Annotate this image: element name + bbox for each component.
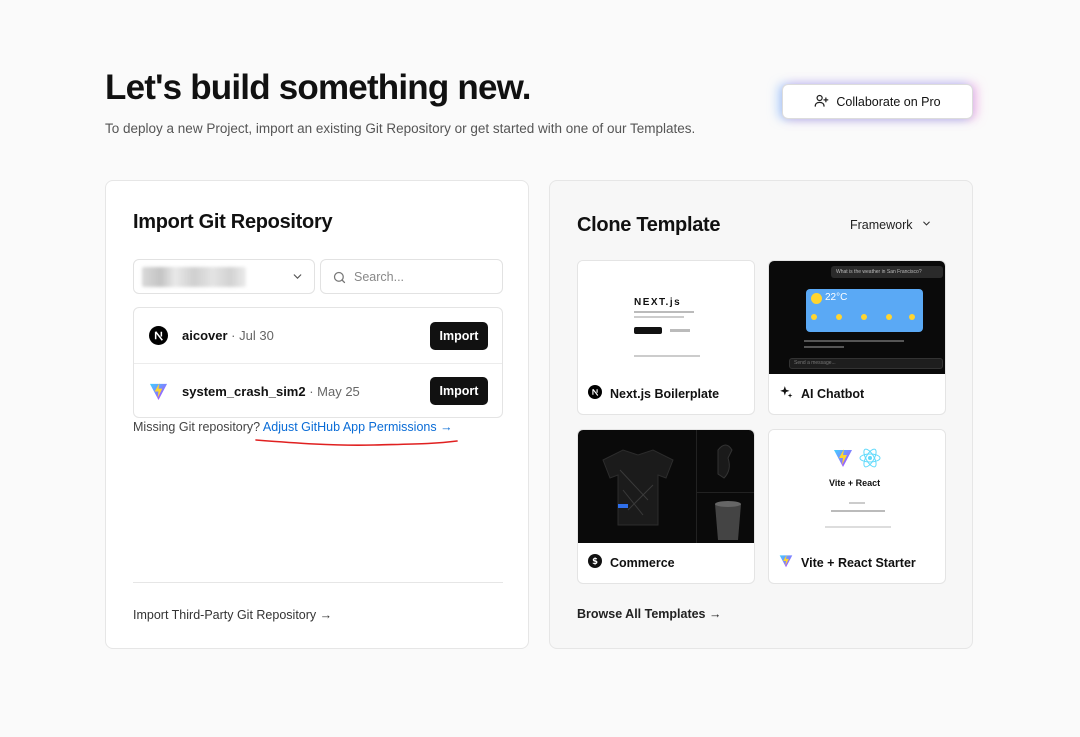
template-label: AI Chatbot [779, 385, 864, 402]
template-card-nextjs-boilerplate[interactable]: NEXT.js Next.js Boilerplate [577, 260, 755, 415]
sparkle-icon [779, 385, 793, 402]
template-name: Commerce [610, 555, 675, 570]
template-card-vite-react-starter[interactable]: Vite + React Vite + React Starter [768, 429, 946, 584]
template-preview: What is the weather in San Francisco? 22… [769, 261, 945, 374]
repo-date: · May 25 [309, 383, 360, 399]
import-third-party-link[interactable]: Import Third-Party Git Repository → [133, 608, 332, 622]
git-scope-select[interactable] [133, 259, 315, 294]
missing-repository-note: Missing Git repository? Adjust GitHub Ap… [133, 420, 453, 434]
clone-card-title: Clone Template [577, 214, 721, 236]
import-card-title: Import Git Repository [133, 211, 333, 233]
page-subtitle: To deploy a new Project, import an exist… [105, 121, 696, 136]
template-label: Vite + React Starter [779, 554, 916, 571]
react-icon [859, 448, 881, 468]
vite-preview-title: Vite + React [829, 478, 881, 488]
repository-row: system_crash_sim2 · May 25 Import [134, 363, 502, 417]
import-button[interactable]: Import [430, 321, 488, 350]
repository-search [320, 259, 503, 294]
dollar-icon: $ [588, 554, 602, 571]
vite-icon [779, 554, 793, 571]
commerce-product-images [602, 430, 754, 543]
repo-name-text: aicover [182, 328, 228, 343]
nextjs-icon [149, 326, 168, 345]
template-preview: Vite + React [769, 430, 945, 543]
chatbot-temperature: 22°C [825, 292, 848, 303]
redacted-account-name [142, 267, 246, 287]
template-card-commerce[interactable]: $ Commerce [577, 429, 755, 584]
adjust-github-permissions-link[interactable]: Adjust GitHub App Permissions → [263, 420, 453, 434]
page-title: Let's build something new. [105, 68, 532, 107]
chatbot-question: What is the weather in San Francisco? [836, 269, 922, 275]
collaborate-on-pro-button[interactable]: Collaborate on Pro [782, 84, 973, 119]
repository-name: aicover · Jul 30 [182, 328, 274, 343]
svg-text:$: $ [592, 556, 598, 566]
chevron-down-icon [921, 218, 932, 232]
template-name: Vite + React Starter [801, 555, 916, 570]
nextjs-icon [588, 385, 602, 402]
repo-date: · Jul 30 [231, 328, 274, 343]
chevron-down-icon [291, 270, 304, 288]
framework-label: Framework [850, 218, 913, 232]
vite-icon [834, 449, 852, 467]
browse-all-templates-link[interactable]: Browse All Templates → [577, 607, 721, 621]
missing-text: Missing Git repository? [133, 420, 261, 434]
red-annotation-underline [255, 439, 458, 446]
repository-row: aicover · Jul 30 Import [134, 308, 502, 363]
import-git-repository-card: Import Git Repository aicover · Jul 30 I… [105, 180, 529, 649]
vite-icon [149, 382, 168, 401]
template-name: Next.js Boilerplate [610, 386, 720, 401]
repository-name: system_crash_sim2 · May 25 [182, 384, 360, 399]
repository-list: aicover · Jul 30 Import system_crash_sim… [133, 307, 503, 418]
template-label: Next.js Boilerplate [588, 385, 719, 402]
import-button[interactable]: Import [430, 377, 488, 405]
add-user-icon [814, 93, 829, 111]
search-input[interactable] [354, 268, 494, 286]
divider [133, 582, 503, 583]
template-label: $ Commerce [588, 554, 675, 571]
template-name: AI Chatbot [801, 386, 865, 401]
chatbot-input-placeholder: Send a message... [794, 360, 836, 366]
template-card-ai-chatbot[interactable]: What is the weather in San Francisco? 22… [768, 260, 946, 415]
repo-name-text: system_crash_sim2 [182, 383, 306, 399]
collaborate-label: Collaborate on Pro [836, 94, 941, 109]
clone-template-card: Clone Template Framework NEXT.js Next.js… [549, 180, 973, 649]
template-preview [578, 430, 754, 543]
framework-filter-select[interactable]: Framework [850, 218, 932, 232]
template-preview: NEXT.js [578, 261, 754, 374]
next-logo-text: NEXT.js [634, 297, 682, 308]
